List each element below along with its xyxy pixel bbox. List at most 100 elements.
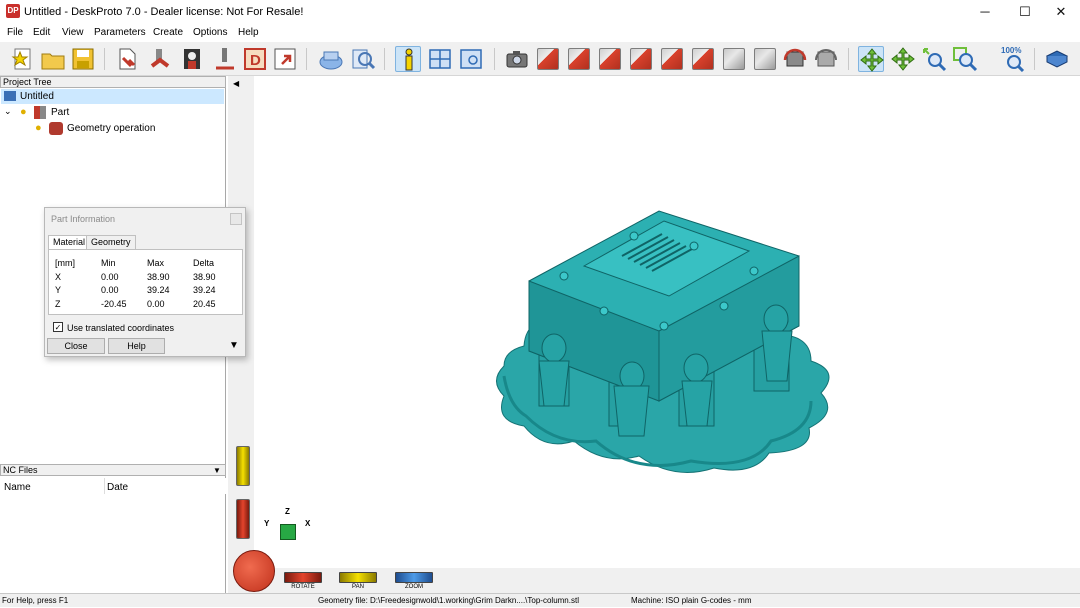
collapse-arrow-icon[interactable]: ◀	[233, 79, 239, 88]
3d-viewport[interactable]: Z Y X	[254, 76, 1080, 568]
dimensions-table: [mm] Min Max Delta X 0.00 38.90 38.90 Y …	[48, 249, 243, 315]
rotate-dial[interactable]	[233, 550, 275, 592]
yellow-slider[interactable]	[236, 446, 250, 486]
window-title: Untitled - DeskProto 7.0 - Dealer licens…	[24, 6, 304, 18]
menu-bar: File Edit View Parameters Create Options…	[0, 24, 1080, 42]
view-left-icon[interactable]	[599, 48, 621, 70]
preview-icon[interactable]	[458, 46, 484, 72]
axis-z-label: Z	[285, 507, 290, 516]
operation-icon	[49, 122, 63, 135]
viewport-bottom-strip	[254, 568, 1080, 593]
close-window-button[interactable]: ✕	[1042, 0, 1080, 24]
translated-coordinates-checkbox[interactable]: ✓	[53, 322, 63, 332]
pan-button[interactable]	[339, 572, 377, 583]
status-bar: For Help, press F1 Geometry file: D:\Fre…	[0, 593, 1080, 607]
view-top-icon[interactable]	[661, 48, 683, 70]
column-date[interactable]: Date	[107, 482, 128, 493]
checkbox-label: Use translated coordinates	[67, 323, 175, 333]
expand-arrow-icon[interactable]: ▼	[229, 340, 239, 351]
table-header: Max	[147, 258, 165, 268]
table-header: [mm]	[55, 258, 75, 268]
axis-x-label: X	[305, 519, 311, 528]
info-icon[interactable]	[395, 46, 421, 72]
pan-mode-icon[interactable]	[890, 46, 916, 72]
table-cell: 39.24	[193, 285, 216, 295]
table-cell: 38.90	[193, 272, 216, 282]
export-icon[interactable]	[272, 46, 298, 72]
project-icon	[4, 91, 16, 101]
help-button[interactable]: Help	[108, 338, 165, 354]
menu-view[interactable]: View	[62, 27, 84, 38]
view-iso-icon[interactable]	[723, 48, 745, 70]
table-header: Min	[101, 258, 116, 268]
menu-file[interactable]: File	[7, 27, 23, 38]
zoom-in-icon[interactable]	[921, 46, 947, 72]
view-right-icon[interactable]	[630, 48, 652, 70]
save-icon[interactable]	[70, 46, 96, 72]
status-machine: Machine: ISO plain G-codes - mm	[631, 596, 752, 605]
menu-parameters[interactable]: Parameters	[94, 27, 146, 38]
tab-material[interactable]: Material	[48, 235, 91, 249]
view-iso-back-icon[interactable]	[754, 48, 776, 70]
menu-edit[interactable]: Edit	[33, 27, 50, 38]
help-book-icon[interactable]	[1044, 46, 1070, 72]
layout-icon[interactable]	[427, 46, 453, 72]
rotate-button[interactable]	[284, 572, 322, 583]
tab-geometry[interactable]: Geometry	[86, 235, 136, 249]
part-information-dialog: Part Information Material Geometry [mm] …	[44, 207, 246, 357]
part-icon	[34, 106, 46, 119]
drawing-icon[interactable]: D	[242, 46, 268, 72]
part-parameters-icon[interactable]	[148, 46, 174, 72]
table-cell: Y	[55, 285, 62, 295]
dropdown-arrow-icon[interactable]: ▼	[213, 465, 221, 476]
axis-y-label: Y	[264, 519, 270, 528]
toolpath-icon[interactable]	[212, 46, 238, 72]
table-cell: 39.24	[147, 285, 170, 295]
chevron-down-icon[interactable]: ⌄	[4, 104, 12, 119]
load-geometry-icon[interactable]	[115, 46, 141, 72]
toolbar: D 100%	[0, 42, 1080, 76]
tree-item-geometry-operation[interactable]: ● Geometry operation	[3, 121, 223, 136]
app-icon: DP	[6, 4, 20, 18]
zoom-button[interactable]	[395, 572, 433, 583]
column-name[interactable]: Name	[4, 482, 31, 493]
machine-icon[interactable]	[318, 46, 344, 72]
axis-indicator: Z Y X	[262, 504, 322, 549]
rotate-view-icon[interactable]	[783, 46, 809, 72]
table-cell: 38.90	[147, 272, 170, 282]
svg-text:D: D	[250, 52, 261, 69]
tree-label-untitled: Untitled	[20, 91, 54, 102]
menu-create[interactable]: Create	[153, 27, 183, 38]
axis-cube-icon	[280, 524, 296, 540]
table-cell: Z	[55, 299, 61, 309]
zoom-100-icon[interactable]: 100%	[1000, 46, 1028, 72]
table-header: Delta	[193, 258, 215, 268]
new-project-icon[interactable]	[10, 46, 36, 72]
reset-view-icon[interactable]	[814, 46, 840, 72]
model-render	[496, 210, 830, 473]
tree-item-untitled[interactable]: Untitled	[1, 89, 224, 104]
view-front-icon[interactable]	[537, 48, 559, 70]
maximize-button[interactable]: ☐	[1006, 0, 1044, 24]
zoom-window-icon[interactable]	[952, 46, 978, 72]
lightbulb-icon[interactable]: ●	[35, 121, 42, 136]
status-help: For Help, press F1	[2, 596, 69, 605]
tree-label-operation: Geometry operation	[67, 123, 156, 134]
rotate-mode-icon[interactable]	[858, 46, 884, 72]
lightbulb-icon[interactable]: ●	[20, 105, 27, 120]
view-bottom-icon[interactable]	[692, 48, 714, 70]
open-folder-icon[interactable]	[40, 46, 66, 72]
dialog-close-icon[interactable]	[230, 213, 242, 225]
close-button[interactable]: Close	[47, 338, 105, 354]
operation-parameters-icon[interactable]	[180, 46, 206, 72]
simulation-icon[interactable]	[350, 46, 376, 72]
menu-help[interactable]: Help	[238, 27, 259, 38]
view-back-icon[interactable]	[568, 48, 590, 70]
table-cell: 20.45	[193, 299, 216, 309]
camera-icon[interactable]	[504, 46, 530, 72]
tree-item-part[interactable]: ⌄ ● Part	[3, 105, 203, 120]
menu-options[interactable]: Options	[193, 27, 227, 38]
pan-label: PAN	[352, 584, 364, 590]
red-slider[interactable]	[236, 499, 250, 539]
minimize-button[interactable]: ─	[966, 0, 1004, 24]
